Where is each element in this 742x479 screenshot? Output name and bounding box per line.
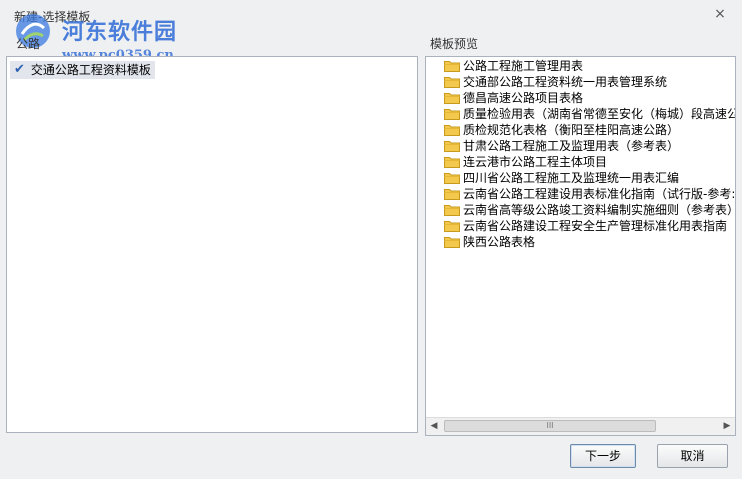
- folder-icon: [444, 61, 460, 72]
- tree-item-label: 甘肃公路工程施工及监理用表（参考表）: [463, 139, 680, 153]
- tree-item[interactable]: 云南省公路建设工程安全生产管理标准化用表指南: [444, 218, 735, 234]
- title-bar: 新建-选择模板 ×: [0, 0, 742, 28]
- tree-item[interactable]: 甘肃公路工程施工及监理用表（参考表）: [444, 138, 735, 154]
- tree-item[interactable]: 云南省高等级公路竣工资料编制实施细则（参考表）: [444, 202, 736, 218]
- folder-icon: [444, 93, 460, 104]
- preview-label: 模板预览: [430, 37, 479, 51]
- tree-item-label: 交通部公路工程资料统一用表管理系统: [463, 75, 668, 89]
- tree-item-label: 质检规范化表格（衡阳至桂阳高速公路）: [463, 123, 680, 137]
- tree: 公路工程施工管理用表交通部公路工程资料统一用表管理系统 德昌高速公路项目表格质量检…: [444, 58, 736, 250]
- tree-item-label: 云南省高等级公路竣工资料编制实施细则（参考表）: [463, 203, 736, 217]
- left-panel-header: 公路: [6, 34, 420, 54]
- tree-item-label: 四川省公路工程施工及监理统一用表汇编: [463, 171, 680, 185]
- scroll-left-icon[interactable]: ◀: [426, 418, 442, 435]
- scroll-right-icon[interactable]: ▶: [719, 418, 735, 435]
- template-category-list[interactable]: ✔ 交通公路工程资料模板: [6, 56, 418, 433]
- window-title: 新建-选择模板: [14, 10, 91, 24]
- tree-item[interactable]: 四川省公路工程施工及监理统一用表汇编: [444, 170, 735, 186]
- tree-item-label: 云南省公路建设工程安全生产管理标准化用表指南: [463, 219, 728, 233]
- tree-item[interactable]: 德昌高速公路项目表格: [444, 90, 735, 106]
- folder-icon: [444, 109, 460, 120]
- folder-icon: [444, 173, 460, 184]
- category-label: 公路: [16, 37, 41, 51]
- tree-item-label: 公路工程施工管理用表: [463, 59, 584, 73]
- tree-item-label: 陕西公路表格: [463, 235, 536, 249]
- cancel-button[interactable]: 取消: [657, 444, 728, 468]
- folder-icon: [444, 141, 460, 152]
- tree-item-label: 连云港市公路工程主体项目: [463, 155, 608, 169]
- folder-icon: [444, 125, 460, 136]
- check-icon: ✔: [14, 62, 25, 77]
- folder-icon: [444, 77, 460, 88]
- tree-item-label: 德昌高速公路项目表格: [463, 91, 584, 105]
- folder-icon: [444, 205, 460, 216]
- tree-item[interactable]: 云南省公路工程建设用表标准化指南（试行版-参考:: [444, 186, 736, 202]
- tree-item[interactable]: 交通部公路工程资料统一用表管理系统: [444, 74, 735, 90]
- tree-item-label: 云南省公路工程建设用表标准化指南（试行版-参考:: [463, 187, 736, 201]
- tree-item[interactable]: 质检规范化表格（衡阳至桂阳高速公路）: [444, 122, 735, 138]
- list-item-label: 交通公路工程资料模板: [30, 63, 151, 77]
- folder-icon: [444, 237, 460, 248]
- template-preview-tree[interactable]: 公路工程施工管理用表交通部公路工程资料统一用表管理系统 德昌高速公路项目表格质量检…: [425, 56, 736, 436]
- list-item-template[interactable]: ✔ 交通公路工程资料模板: [10, 61, 155, 79]
- next-button[interactable]: 下一步: [570, 444, 636, 468]
- tree-item[interactable]: 公路工程施工管理用表: [444, 58, 735, 74]
- horizontal-scrollbar[interactable]: ◀ III ▶: [426, 417, 735, 435]
- folder-icon: [444, 221, 460, 232]
- folder-icon: [444, 157, 460, 168]
- tree-item[interactable]: 连云港市公路工程主体项目: [444, 154, 735, 170]
- scroll-thumb[interactable]: III: [444, 420, 656, 432]
- right-panel-header: 模板预览: [426, 34, 736, 54]
- folder-icon: [444, 189, 460, 200]
- tree-item-label: 质量检验用表（湖南省常德至安化（梅城）段高速公: [463, 107, 736, 121]
- tree-item[interactable]: 陕西公路表格: [444, 234, 735, 250]
- close-icon[interactable]: ×: [712, 6, 728, 22]
- tree-item[interactable]: 质量检验用表（湖南省常德至安化（梅城）段高速公: [444, 106, 736, 122]
